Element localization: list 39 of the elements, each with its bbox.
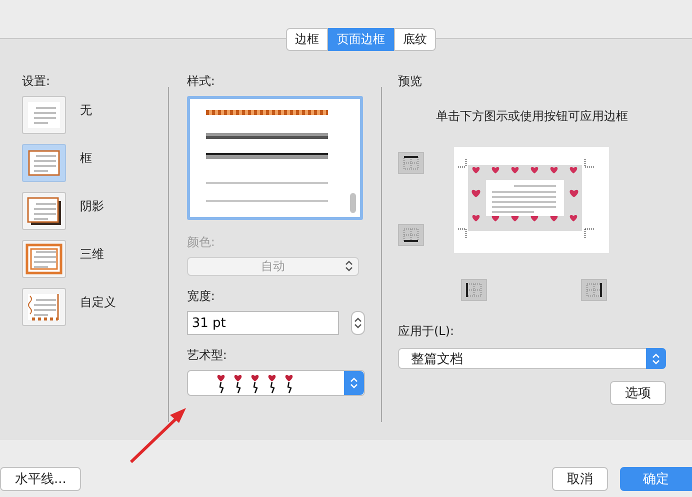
style-label: 样式: [186,73,215,90]
border-grid-icon [584,281,604,299]
up-down-arrows-icon [354,317,362,329]
border-right-button[interactable] [581,279,607,301]
scrollbar-thumb[interactable] [350,193,356,213]
options-button[interactable]: 选项 [610,381,666,405]
art-popup[interactable] [186,370,365,396]
style-list[interactable] [186,96,363,220]
page-preview-drawing[interactable] [454,147,609,253]
border-grid-icon [401,226,421,244]
up-down-arrows-icon [344,260,353,272]
setting-label[interactable]: 阴影 [80,198,104,215]
setting-label[interactable]: 自定义 [80,294,116,311]
up-down-arrows-icon [350,377,358,389]
preview-label: 预览 [398,73,422,90]
width-field[interactable]: 31 pt [186,311,339,335]
setting-label[interactable]: 三维 [80,246,104,263]
tab[interactable]: 边框 [286,28,328,51]
border-left-button[interactable] [461,279,487,301]
border-bottom-button[interactable] [398,224,424,246]
art-label: 艺术型: [186,347,227,364]
preview-instruction: 单击下方图示或使用按钮可应用边框 [435,108,629,125]
apply-to-label: 应用于(L): [398,323,454,340]
apply-to-popup[interactable]: 整篇文档 [398,348,666,369]
width-label: 宽度: [186,288,215,305]
settings-label: 设置: [22,73,50,90]
border-top-button[interactable] [398,152,424,174]
cancel-button[interactable]: 取消 [552,467,608,491]
width-stepper[interactable] [350,311,365,335]
border-grid-icon [401,154,421,172]
setting-label[interactable]: 无 [80,102,92,119]
border-grid-icon [464,281,484,299]
tab[interactable]: 底纹 [394,28,436,51]
horizontal-line-button[interactable]: 水平线... [0,467,82,491]
setting-option[interactable] [22,192,66,230]
color-label: 颜色: [186,234,215,251]
setting-label[interactable]: 框 [80,150,92,167]
up-down-arrows-icon [652,352,660,364]
border-setting-icon [24,242,64,276]
